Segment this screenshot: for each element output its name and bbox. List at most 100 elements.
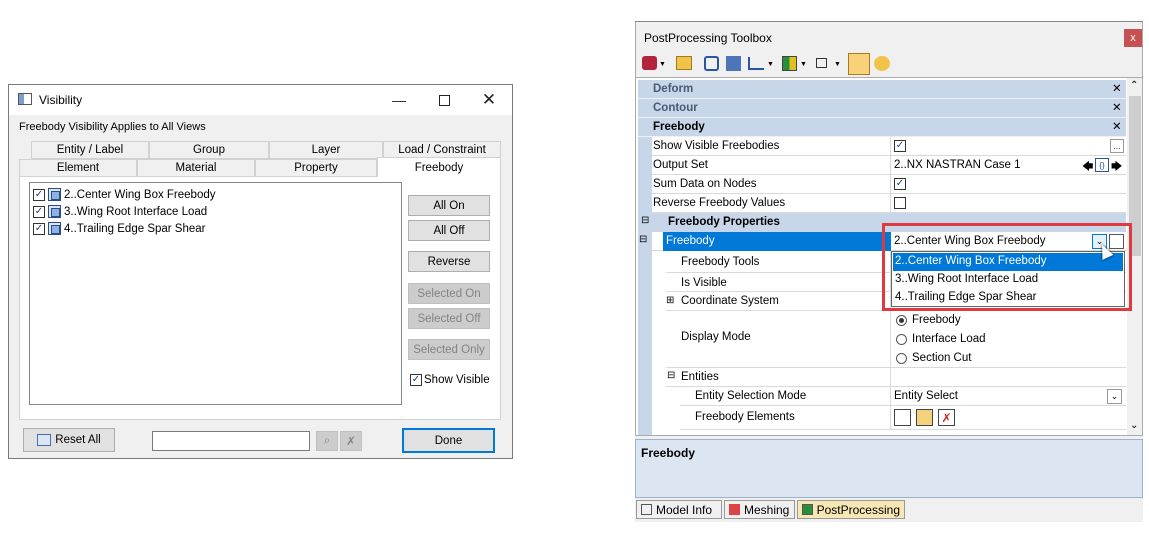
property-label: Is Visible (666, 273, 891, 292)
selected-off-button[interactable]: Selected Off (408, 308, 490, 329)
show-visible-label: Show Visible (424, 374, 490, 386)
edit-elements-icon[interactable] (916, 409, 933, 426)
show-visible-checkbox[interactable]: ✓ Show Visible (410, 374, 490, 386)
visibility-titlebar: Visibility — ✕ (9, 85, 512, 115)
group-deform[interactable]: Deform ✕ (638, 80, 1126, 99)
property-label: Sum Data on Nodes (652, 175, 891, 194)
close-icon[interactable]: ✕ (1112, 100, 1122, 114)
model-icon[interactable] (726, 56, 741, 71)
checkbox[interactable]: ✓ (33, 205, 45, 218)
radio-freebody[interactable]: Freebody (896, 314, 961, 326)
chevron-down-icon[interactable]: ▼ (800, 61, 807, 68)
selected-on-button[interactable]: Selected On (408, 283, 490, 304)
list-item[interactable]: ✓ 4..Trailing Edge Spar Shear (33, 222, 206, 235)
scroll-down-icon[interactable]: ⌄ (1130, 420, 1138, 431)
tab-entity-label[interactable]: Entity / Label (31, 141, 149, 159)
list-item[interactable]: ✓ 2..Center Wing Box Freebody (33, 188, 216, 201)
tab-layer[interactable]: Layer (269, 141, 383, 159)
select-icon[interactable]: {} (1095, 158, 1109, 172)
property-label: Output Set (652, 156, 891, 175)
close-icon[interactable]: ✕ (1112, 81, 1122, 95)
row-freebody-elements[interactable]: Freebody Elements ✗ (680, 406, 1126, 430)
tab-model-info[interactable]: Model Info (636, 500, 722, 519)
radio-button[interactable] (896, 352, 907, 364)
ellipsis-button[interactable]: ... (1110, 139, 1124, 153)
contour-icon[interactable] (782, 56, 797, 71)
checkbox[interactable]: ✓ (894, 140, 906, 152)
group-label: Freebody (653, 121, 705, 133)
animate-icon[interactable] (874, 56, 890, 71)
maximize-icon[interactable] (429, 85, 459, 115)
entity-selection-value[interactable]: Entity Select (894, 390, 958, 402)
group-freebody[interactable]: Freebody ✕ (638, 118, 1126, 137)
checkbox[interactable]: ✓ (410, 374, 422, 386)
reset-all-button[interactable]: Reset All (23, 428, 115, 452)
row-display-mode[interactable]: Display Mode Freebody Interface Load Sec… (666, 311, 1126, 368)
row-output-set[interactable]: Output Set 2..NX NASTRAN Case 1 🡄 {} 🡆 (652, 156, 1126, 175)
folder-icon[interactable] (676, 56, 692, 70)
row-entities[interactable]: ⊟ Entities (666, 368, 1126, 387)
checkbox[interactable]: ✓ (894, 178, 906, 190)
property-label: Entity Selection Mode (680, 387, 891, 406)
all-off-button[interactable]: All Off (408, 220, 490, 241)
tab-group[interactable]: Group (149, 141, 269, 159)
tab-property[interactable]: Property (255, 159, 377, 177)
close-icon[interactable]: x (1124, 29, 1142, 47)
row-entity-selection-mode[interactable]: Entity Selection Mode Entity Select ⌄ (680, 387, 1126, 406)
tab-postprocessing[interactable]: PostProcessing (797, 500, 905, 519)
chevron-down-icon[interactable]: ▼ (659, 61, 666, 68)
checkbox[interactable] (894, 197, 906, 209)
delete-elements-icon[interactable]: ✗ (938, 409, 955, 426)
radio-button[interactable] (896, 314, 907, 326)
output-icon[interactable] (642, 56, 657, 70)
filter-apply-icon[interactable]: ⌕ (316, 431, 338, 451)
row-sum-data[interactable]: Sum Data on Nodes ✓ (652, 175, 1126, 194)
freebody-list[interactable]: ✓ 2..Center Wing Box Freebody ✓ 3..Wing … (29, 182, 402, 405)
tab-meshing[interactable]: Meshing (724, 500, 795, 519)
checkbox[interactable]: ✓ (33, 188, 45, 201)
add-elements-icon[interactable] (894, 409, 911, 426)
close-icon[interactable]: ✕ (1112, 119, 1122, 133)
scroll-up-icon[interactable]: ⌃ (1130, 80, 1138, 91)
radio-label: Section Cut (912, 352, 972, 364)
selected-only-button[interactable]: Selected Only (408, 339, 490, 360)
list-item-label: 4..Trailing Edge Spar Shear (64, 222, 206, 235)
filter-clear-icon[interactable]: ✗ (340, 431, 362, 451)
minimize-icon[interactable]: — (384, 85, 414, 115)
all-on-button[interactable]: All On (408, 195, 490, 216)
group-label: Freebody Properties (668, 216, 780, 228)
chevron-down-icon[interactable]: ⌄ (1107, 389, 1122, 404)
chevron-down-icon[interactable]: ▼ (834, 61, 841, 68)
filter-input[interactable] (152, 431, 310, 451)
reset-icon (37, 434, 52, 446)
radio-button[interactable] (896, 333, 907, 345)
row-show-visible[interactable]: Show Visible Freebodies ✓ ... (652, 137, 1126, 156)
collapse-icon[interactable]: ⊟ (641, 215, 649, 226)
freebody-tool-icon[interactable] (704, 56, 719, 71)
radio-label: Interface Load (912, 333, 986, 345)
reset-all-label: Reset All (55, 434, 101, 446)
tab-material[interactable]: Material (137, 159, 255, 177)
freebody-active-icon[interactable] (848, 53, 870, 75)
property-label: Freebody (663, 232, 891, 251)
output-set-value[interactable]: 2..NX NASTRAN Case 1 (894, 159, 1021, 171)
property-label: Show Visible Freebodies (652, 137, 891, 156)
radio-interface-load[interactable]: Interface Load (896, 333, 986, 345)
radio-section-cut[interactable]: Section Cut (896, 352, 971, 364)
row-reverse-values[interactable]: Reverse Freebody Values (652, 194, 1126, 213)
list-item[interactable]: ✓ 3..Wing Root Interface Load (33, 205, 207, 218)
close-icon[interactable]: ✕ (474, 85, 504, 115)
highlight-box (882, 223, 1132, 311)
meshing-icon (729, 504, 740, 515)
done-button[interactable]: Done (402, 428, 495, 453)
chart-icon[interactable] (748, 57, 764, 70)
tab-freebody[interactable]: Freebody (377, 157, 501, 177)
chevron-down-icon[interactable]: ▼ (767, 61, 774, 68)
group-label: Contour (653, 102, 698, 114)
checkbox[interactable]: ✓ (33, 222, 45, 235)
tab-element[interactable]: Element (19, 159, 137, 177)
group-contour[interactable]: Contour ✕ (638, 99, 1126, 118)
collapse-icon[interactable]: ⊟ (639, 234, 647, 245)
reverse-button[interactable]: Reverse (408, 251, 490, 272)
view-icon[interactable] (816, 58, 827, 68)
